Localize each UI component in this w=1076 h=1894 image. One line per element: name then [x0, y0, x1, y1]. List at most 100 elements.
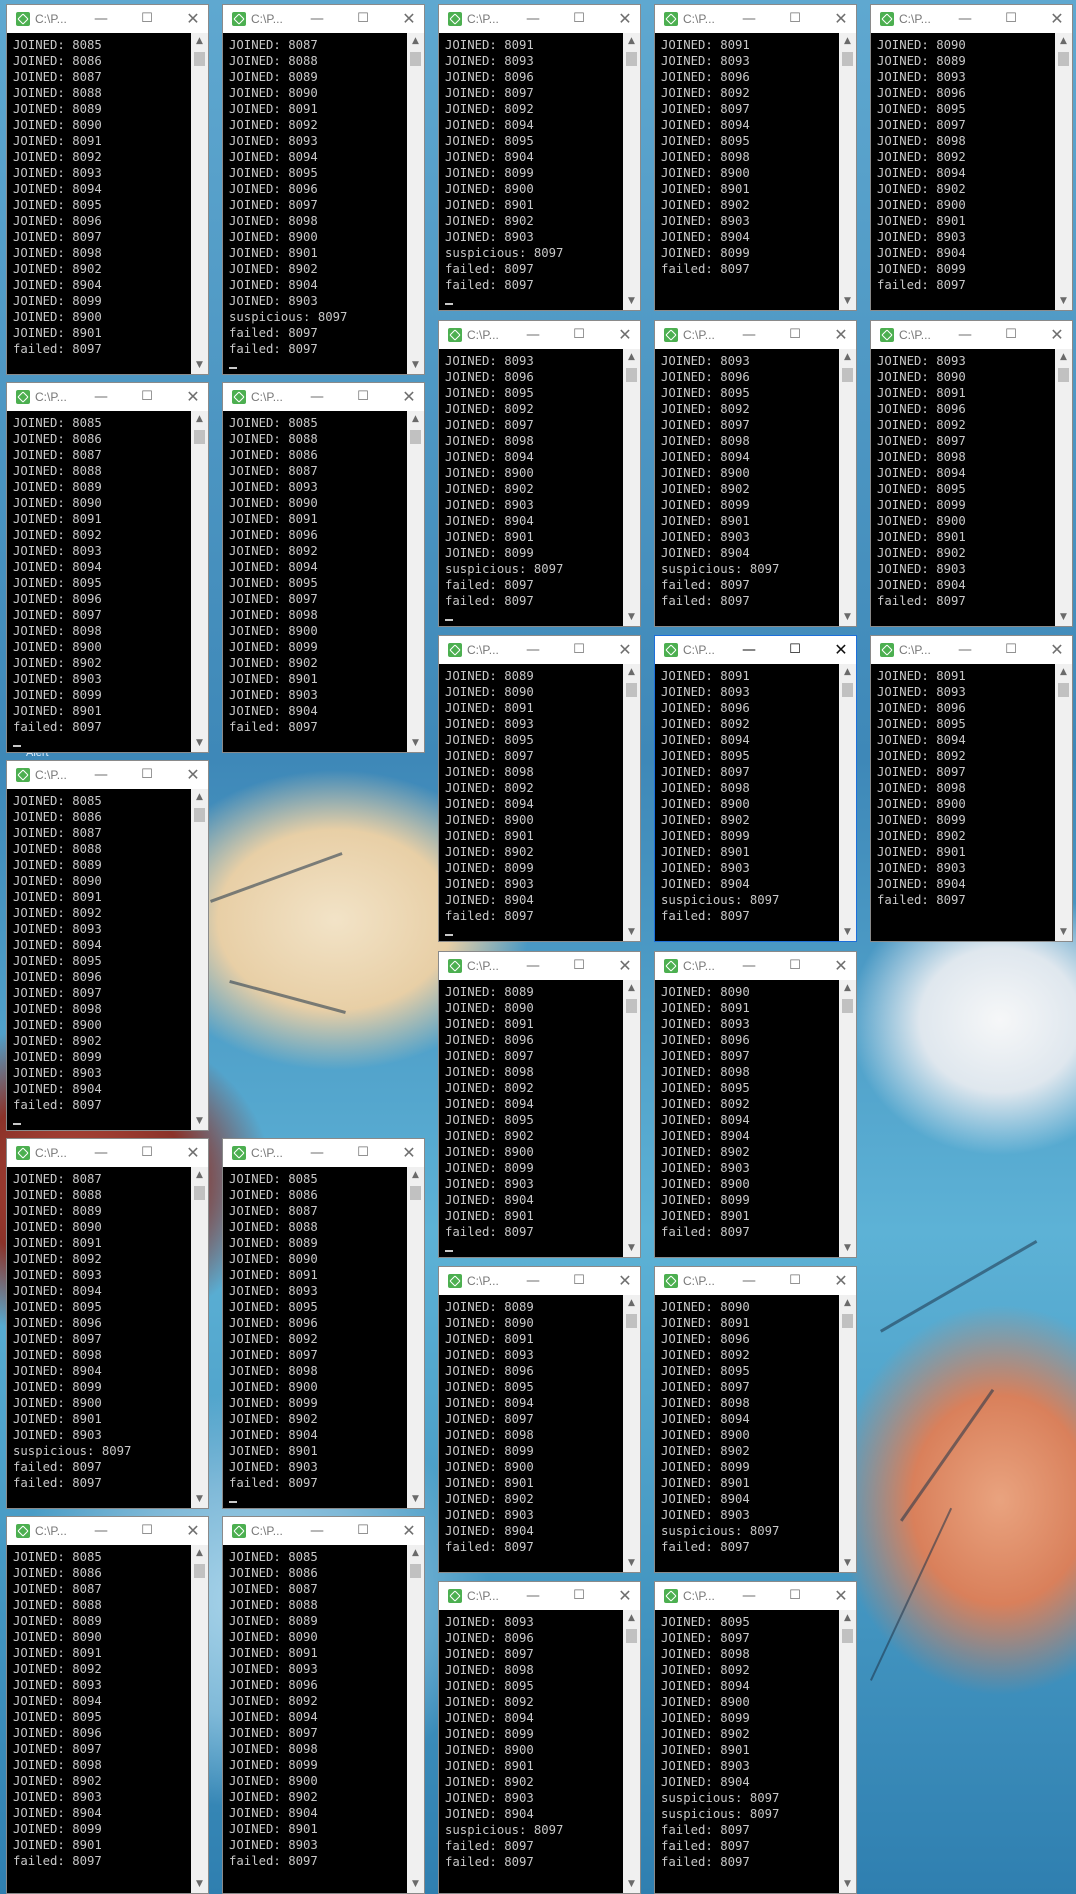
console-output[interactable]: JOINED: 8091 JOINED: 8093 JOINED: 8096 JOIN…	[873, 664, 1054, 939]
scroll-down-icon[interactable]: ▼	[191, 357, 208, 374]
window-titlebar[interactable]: C:\P... — ☐ ✕	[7, 1517, 208, 1545]
console-window[interactable]: C:\P... — ☐ ✕ JOINED: 8089 JOINED: 8090 JO…	[438, 1266, 641, 1573]
scroll-thumb[interactable]	[1058, 52, 1069, 66]
scroll-thumb[interactable]	[410, 430, 421, 444]
console-window[interactable]: C:\P... — ☐ ✕ JOINED: 8085 JOINED: 8086 JO…	[6, 382, 209, 753]
scroll-thumb[interactable]	[194, 1186, 205, 1200]
scroll-up-icon[interactable]: ▲	[839, 1610, 856, 1627]
minimize-icon[interactable]: —	[89, 387, 113, 407]
scrollbar[interactable]: ▲ ▼	[839, 349, 856, 626]
scroll-thumb[interactable]	[626, 1314, 637, 1328]
close-icon[interactable]: ✕	[613, 1271, 637, 1291]
scroll-up-icon[interactable]: ▲	[839, 33, 856, 50]
scrollbar[interactable]: ▲ ▼	[623, 1610, 640, 1893]
console-output[interactable]: JOINED: 8091 JOINED: 8093 JOINED: 8096 JOIN…	[657, 664, 838, 939]
window-titlebar[interactable]: C:\P... — ☐ ✕	[223, 383, 424, 411]
console-output[interactable]: JOINED: 8085 JOINED: 8086 JOINED: 8087 JOIN…	[225, 1167, 406, 1506]
minimize-icon[interactable]: —	[737, 640, 761, 660]
scroll-down-icon[interactable]: ▼	[407, 357, 424, 374]
close-icon[interactable]: ✕	[613, 1586, 637, 1606]
close-icon[interactable]: ✕	[181, 765, 205, 785]
scroll-thumb[interactable]	[194, 430, 205, 444]
console-window[interactable]: C:\P... — ☐ ✕ JOINED: 8085 JOINED: 8086 JO…	[6, 4, 209, 375]
scrollbar[interactable]: ▲ ▼	[191, 33, 208, 374]
console-output[interactable]: JOINED: 8089 JOINED: 8090 JOINED: 8091 JOIN…	[441, 980, 622, 1255]
scrollbar[interactable]: ▲ ▼	[1055, 349, 1072, 626]
minimize-icon[interactable]: —	[737, 1586, 761, 1606]
scrollbar[interactable]: ▲ ▼	[623, 33, 640, 310]
console-window[interactable]: C:\P... — ☐ ✕ JOINED: 8085 JOINED: 8086 JO…	[6, 1516, 209, 1894]
console-window[interactable]: C:\P... — ☐ ✕ JOINED: 8095 JOINED: 8097 JO…	[654, 1581, 857, 1894]
minimize-icon[interactable]: —	[953, 640, 977, 660]
console-output[interactable]: JOINED: 8095 JOINED: 8097 JOINED: 8098 JOIN…	[657, 1610, 838, 1891]
maximize-icon[interactable]: ☐	[783, 1271, 807, 1291]
scroll-thumb[interactable]	[842, 52, 853, 66]
scroll-down-icon[interactable]: ▼	[623, 1240, 640, 1257]
console-window[interactable]: C:\P... — ☐ ✕ JOINED: 8085 JOINED: 8088 JO…	[222, 382, 425, 753]
close-icon[interactable]: ✕	[1045, 9, 1069, 29]
console-output[interactable]: JOINED: 8085 JOINED: 8088 JOINED: 8086 JOIN…	[225, 411, 406, 750]
scroll-thumb[interactable]	[194, 808, 205, 822]
scroll-thumb[interactable]	[410, 1186, 421, 1200]
scroll-down-icon[interactable]: ▼	[191, 1491, 208, 1508]
scroll-thumb[interactable]	[842, 368, 853, 382]
maximize-icon[interactable]: ☐	[783, 640, 807, 660]
console-output[interactable]: JOINED: 8089 JOINED: 8090 JOINED: 8091 JOIN…	[441, 1295, 622, 1570]
maximize-icon[interactable]: ☐	[351, 387, 375, 407]
console-window[interactable]: C:\P... — ☐ ✕ JOINED: 8090 JOINED: 8091 JO…	[654, 1266, 857, 1573]
console-window[interactable]: C:\P... — ☐ ✕ JOINED: 8087 JOINED: 8088 JO…	[6, 1138, 209, 1509]
scroll-thumb[interactable]	[842, 683, 853, 697]
console-output[interactable]: JOINED: 8091 JOINED: 8093 JOINED: 8096 JOIN…	[441, 33, 622, 308]
window-titlebar[interactable]: C:\P... — ☐ ✕	[439, 1267, 640, 1295]
minimize-icon[interactable]: —	[737, 9, 761, 29]
maximize-icon[interactable]: ☐	[999, 640, 1023, 660]
close-icon[interactable]: ✕	[829, 956, 853, 976]
scroll-thumb[interactable]	[410, 52, 421, 66]
maximize-icon[interactable]: ☐	[135, 1521, 159, 1541]
console-output[interactable]: JOINED: 8091 JOINED: 8093 JOINED: 8096 JOIN…	[657, 33, 838, 308]
console-window[interactable]: C:\P... — ☐ ✕ JOINED: 8089 JOINED: 8090 JO…	[438, 951, 641, 1258]
scroll-down-icon[interactable]: ▼	[839, 924, 856, 941]
minimize-icon[interactable]: —	[89, 9, 113, 29]
close-icon[interactable]: ✕	[1045, 640, 1069, 660]
scroll-down-icon[interactable]: ▼	[1055, 293, 1072, 310]
scroll-up-icon[interactable]: ▲	[839, 1295, 856, 1312]
console-window[interactable]: C:\P... — ☐ ✕ JOINED: 8093 JOINED: 8090 JO…	[870, 320, 1073, 627]
window-titlebar[interactable]: C:\P... — ☐ ✕	[7, 761, 208, 789]
scroll-up-icon[interactable]: ▲	[623, 980, 640, 997]
minimize-icon[interactable]: —	[737, 956, 761, 976]
scroll-down-icon[interactable]: ▼	[407, 1876, 424, 1893]
close-icon[interactable]: ✕	[181, 387, 205, 407]
close-icon[interactable]: ✕	[1045, 325, 1069, 345]
close-icon[interactable]: ✕	[181, 1521, 205, 1541]
scrollbar[interactable]: ▲ ▼	[839, 33, 856, 310]
minimize-icon[interactable]: —	[953, 325, 977, 345]
maximize-icon[interactable]: ☐	[567, 1586, 591, 1606]
maximize-icon[interactable]: ☐	[135, 765, 159, 785]
maximize-icon[interactable]: ☐	[567, 325, 591, 345]
close-icon[interactable]: ✕	[397, 9, 421, 29]
scroll-down-icon[interactable]: ▼	[839, 293, 856, 310]
scroll-down-icon[interactable]: ▼	[407, 735, 424, 752]
scroll-up-icon[interactable]: ▲	[191, 411, 208, 428]
console-window[interactable]: C:\P... — ☐ ✕ JOINED: 8090 JOINED: 8089 JO…	[870, 4, 1073, 311]
minimize-icon[interactable]: —	[737, 1271, 761, 1291]
scrollbar[interactable]: ▲ ▼	[407, 33, 424, 374]
window-titlebar[interactable]: C:\P... — ☐ ✕	[223, 5, 424, 33]
minimize-icon[interactable]: —	[305, 9, 329, 29]
window-titlebar[interactable]: C:\P... — ☐ ✕	[439, 952, 640, 980]
scrollbar[interactable]: ▲ ▼	[1055, 664, 1072, 941]
maximize-icon[interactable]: ☐	[135, 387, 159, 407]
scroll-down-icon[interactable]: ▼	[407, 1491, 424, 1508]
scroll-down-icon[interactable]: ▼	[623, 1876, 640, 1893]
minimize-icon[interactable]: —	[305, 387, 329, 407]
maximize-icon[interactable]: ☐	[783, 956, 807, 976]
console-output[interactable]: JOINED: 8085 JOINED: 8086 JOINED: 8087 JOIN…	[9, 33, 190, 372]
scroll-thumb[interactable]	[1058, 683, 1069, 697]
scrollbar[interactable]: ▲ ▼	[623, 664, 640, 941]
close-icon[interactable]: ✕	[397, 1521, 421, 1541]
minimize-icon[interactable]: —	[521, 640, 545, 660]
console-output[interactable]: JOINED: 8089 JOINED: 8090 JOINED: 8091 JOIN…	[441, 664, 622, 939]
console-window[interactable]: C:\P... — ☐ ✕ JOINED: 8089 JOINED: 8090 JO…	[438, 635, 641, 942]
scroll-up-icon[interactable]: ▲	[407, 1545, 424, 1562]
